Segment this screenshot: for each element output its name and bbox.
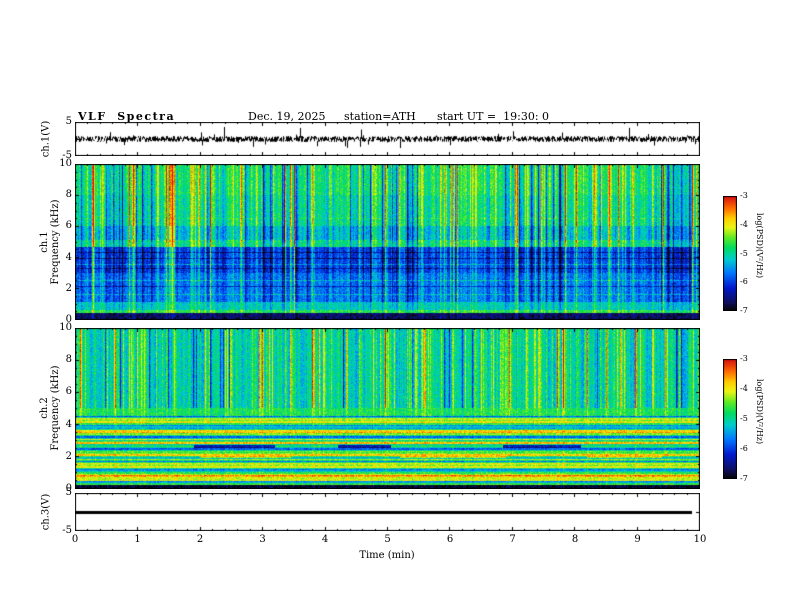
- y-tick-label: 5: [65, 116, 72, 127]
- y-tick-label: 8: [65, 189, 72, 201]
- y-tick-label: 6: [65, 220, 72, 232]
- ch3-waveform-panel: [75, 493, 700, 531]
- ch1-frequency-axis-label: ch.1 Frequency (kHz): [39, 199, 61, 285]
- x-tick-label: 8: [571, 534, 579, 545]
- x-tick-label: 4: [321, 534, 329, 545]
- vlf-spectra-figure: VLF Spectra Dec. 19, 2025 station=ATH st…: [0, 0, 792, 612]
- y-tick-label: 8: [65, 354, 72, 366]
- y-tick-label: 10: [59, 158, 72, 169]
- colorbar-tick-label: -7: [740, 306, 748, 315]
- y-tick-label: 5: [65, 487, 72, 498]
- x-tick-label: 2: [196, 534, 204, 545]
- x-tick-label: 9: [634, 534, 641, 545]
- colorbar-tick-label: -5: [740, 248, 748, 258]
- colorbar-tick-label: -6: [740, 277, 748, 287]
- y-tick-label: 2: [65, 450, 72, 462]
- ch1-spectrogram-panel: [75, 164, 700, 320]
- ch1-waveform-panel: [75, 122, 700, 156]
- x-tick-label: 1: [134, 534, 141, 545]
- y-tick-label: -5: [62, 525, 72, 536]
- y-tick-label: 4: [65, 251, 72, 263]
- x-tick-label: 7: [509, 534, 516, 545]
- colorbar-tick-label: -3: [740, 354, 748, 363]
- colorbar2-unit-label: log(PSD)(V²/Hz): [755, 379, 764, 445]
- x-tick-label: 6: [446, 534, 454, 545]
- ch2-spectrogram-panel: [75, 328, 700, 489]
- x-tick-label: 0: [71, 534, 79, 545]
- x-axis-title: Time (min): [359, 550, 415, 561]
- colorbar-tick-label: -5: [740, 414, 748, 423]
- colorbar-tick-label: -4: [740, 384, 748, 393]
- colorbar-tick-label: -3: [740, 191, 748, 200]
- x-tick-label: 3: [259, 534, 266, 545]
- ch2-colorbar: [723, 359, 737, 479]
- colorbar-tick-label: -6: [740, 444, 748, 453]
- y-tick-label: 6: [65, 386, 72, 398]
- colorbar-tick-label: -4: [740, 219, 748, 229]
- ch3-voltage-axis-label: ch.3(V): [40, 493, 52, 531]
- x-tick-label: 10: [693, 534, 707, 545]
- ch1-colorbar: [723, 196, 737, 311]
- ch2-frequency-axis-label: ch.2 Frequency (kHz): [39, 365, 61, 451]
- y-tick-label: 2: [65, 282, 72, 294]
- colorbar1-unit-label: log(PSD)(V²/Hz): [755, 213, 764, 279]
- y-tick-label: 4: [65, 418, 72, 430]
- y-tick-label: 10: [59, 322, 72, 333]
- x-tick-label: 5: [384, 534, 391, 545]
- colorbar-tick-label: -7: [740, 474, 748, 483]
